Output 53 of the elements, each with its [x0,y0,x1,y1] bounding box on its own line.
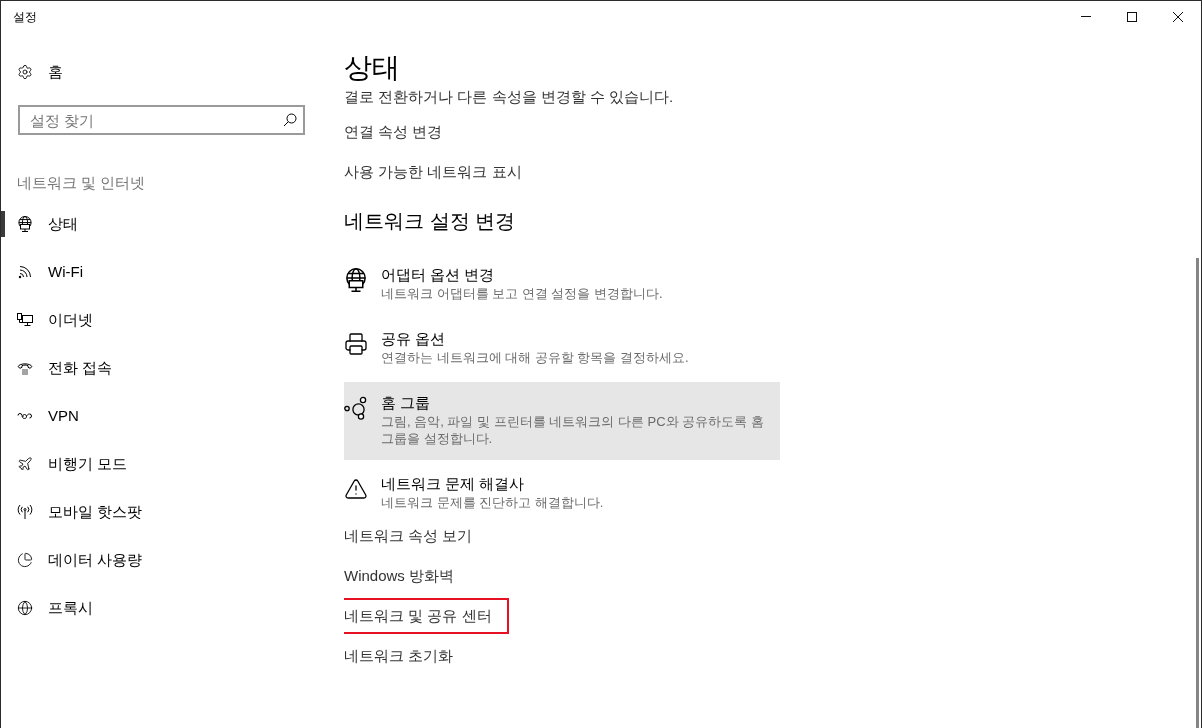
section-label: 네트워크 및 인터넷 [17,173,146,193]
globe-monitor-icon [17,216,33,232]
printer-icon [344,332,368,356]
settings-link[interactable]: 사용 가능한 네트워크 표시 [344,162,522,182]
nav-item[interactable]: 비행기 모드 [1,451,128,477]
option-description: 네트워크 어댑터를 보고 연결 설정을 변경합니다. [381,285,663,302]
nav-item[interactable]: 모바일 핫스팟 [1,499,143,525]
nav-item[interactable]: 프록시 [1,595,93,621]
globe-monitor-icon [344,268,368,292]
wifi-icon [17,264,33,280]
settings-link[interactable]: Windows 방화벽 [344,566,455,586]
option-description: 연결하는 네트워크에 대해 공유할 항목을 결정하세요. [381,349,689,366]
page-title: 상태 [344,51,401,85]
airplane-icon [17,456,33,472]
option-card[interactable]: 어댑터 옵션 변경 네트워크 어댑터를 보고 연결 설정을 변경합니다. [344,254,780,315]
maximize-icon [1127,11,1137,22]
search-field[interactable]: 설정 찾기 [18,105,305,135]
option-title: 공유 옵션 [381,329,446,349]
section-heading: 네트워크 설정 변경 [344,209,516,234]
option-card[interactable]: 네트워크 문제 해결사 네트워크 문제를 진단하고 해결합니다. [344,463,780,524]
option-card[interactable]: 홈 그룹 그림, 음악, 파일 및 프린터를 네트워크의 다른 PC와 공유하도록 홈 그룹을 설정합니다. [344,382,780,460]
nav-item[interactable]: 이더넷 [1,307,93,333]
phone-icon [17,360,33,376]
option-description: 그림, 음악, 파일 및 프린터를 네트워크의 다른 PC와 공유하도록 홈 그룹을 설정합니다. [381,413,765,447]
settings-link[interactable]: 네트워크 및 공유 센터 [344,598,509,634]
settings-link[interactable]: 네트워크 속성 보기 [344,526,473,546]
close-icon [1173,11,1183,22]
warning-icon [344,477,368,501]
option-title: 어댑터 옵션 변경 [381,265,495,285]
nav-item[interactable]: 데이터 사용량 [1,547,143,573]
monitor-icon [17,312,33,328]
home-link[interactable]: 홈 [17,62,63,82]
connected-circles-icon [344,396,368,420]
settings-icon [17,64,33,80]
window-title: 설정 [13,8,37,25]
nav-item[interactable]: 전화 접속 [1,355,113,381]
option-title: 홈 그룹 [381,393,431,413]
option-card[interactable]: 공유 옵션 연결하는 네트워크에 대해 공유할 항목을 결정하세요. [344,318,780,379]
option-title: 네트워크 문제 해결사 [381,474,525,494]
scrollbar-thumb[interactable] [1196,258,1199,728]
globe-icon [17,600,33,616]
minimize-icon [1081,16,1091,17]
pie-chart-icon [17,552,33,568]
antenna-icon [17,504,33,520]
search-icon [283,113,297,127]
loops-icon [17,411,33,421]
description-text: 결로 전환하거나 다른 속성을 변경할 수 있습니다. [344,87,674,107]
nav-item[interactable]: VPN [1,403,79,429]
option-description: 네트워크 문제를 진단하고 해결합니다. [381,494,604,511]
settings-link[interactable]: 연결 속성 변경 [344,122,443,142]
nav-item[interactable]: Wi-Fi [1,259,83,285]
settings-link[interactable]: 네트워크 초기화 [344,646,454,666]
nav-item[interactable]: 상태 [1,211,78,237]
